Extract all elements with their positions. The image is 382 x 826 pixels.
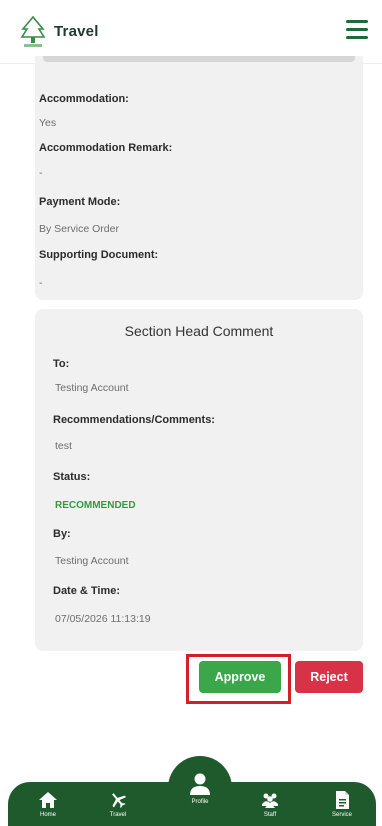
section-head-comment-card: Section Head Comment To: Testing Account… [35, 309, 363, 651]
nav-item-travel[interactable]: Travel [90, 782, 146, 826]
status-badge: RECOMMENDED [55, 500, 136, 511]
profile-icon [190, 773, 210, 795]
comments-value: test [55, 440, 72, 452]
supporting-document-label: Supporting Document: [39, 249, 159, 261]
nav-label-staff: Staff [263, 812, 277, 818]
to-value: Testing Account [55, 382, 129, 394]
section-head-title: Section Head Comment [124, 323, 274, 339]
accommodation-remark-label: Accommodation Remark: [39, 142, 173, 154]
to-label: To: [53, 358, 70, 370]
date-time-label: Date & Time: [53, 585, 121, 597]
payment-mode-value: By Service Order [39, 223, 119, 235]
travel-logo-icon [20, 15, 46, 47]
by-label: By: [53, 528, 71, 540]
nav-label-home: Home [39, 812, 56, 818]
airplane-icon [112, 793, 127, 809]
date-time-value: 07/05/2026 11:13:19 [55, 613, 151, 625]
nav-label-profile: Profile [191, 799, 209, 805]
nav-item-home[interactable]: Home [20, 782, 76, 826]
nav-label-service: Service [331, 812, 352, 818]
home-icon [39, 792, 57, 808]
accommodation-label: Accommodation: [39, 93, 129, 105]
nav-item-profile[interactable]: Profile [168, 760, 232, 816]
app-header: Travel [0, 0, 382, 64]
accommodation-value: Yes [39, 117, 57, 129]
payment-mode-label: Payment Mode: [39, 196, 121, 208]
comments-label: Recommendations/Comments: [53, 414, 215, 426]
reject-button[interactable]: Reject [295, 661, 363, 693]
document-icon [336, 791, 349, 809]
accommodation-remark-value: - [39, 167, 43, 179]
card-top-bar [43, 56, 355, 62]
travel-details-card: Accommodation: Yes Accommodation Remark:… [35, 56, 363, 300]
by-value: Testing Account [55, 555, 129, 567]
app-title: Travel [54, 23, 99, 40]
nav-item-service[interactable]: Service [314, 782, 370, 826]
hamburger-menu-icon[interactable] [346, 20, 368, 40]
staff-icon [262, 793, 278, 808]
supporting-document-value: - [39, 277, 43, 289]
nav-label-travel: Travel [109, 812, 127, 818]
nav-item-staff[interactable]: Staff [242, 782, 298, 826]
status-label: Status: [53, 471, 91, 483]
approve-button[interactable]: Approve [199, 661, 281, 693]
